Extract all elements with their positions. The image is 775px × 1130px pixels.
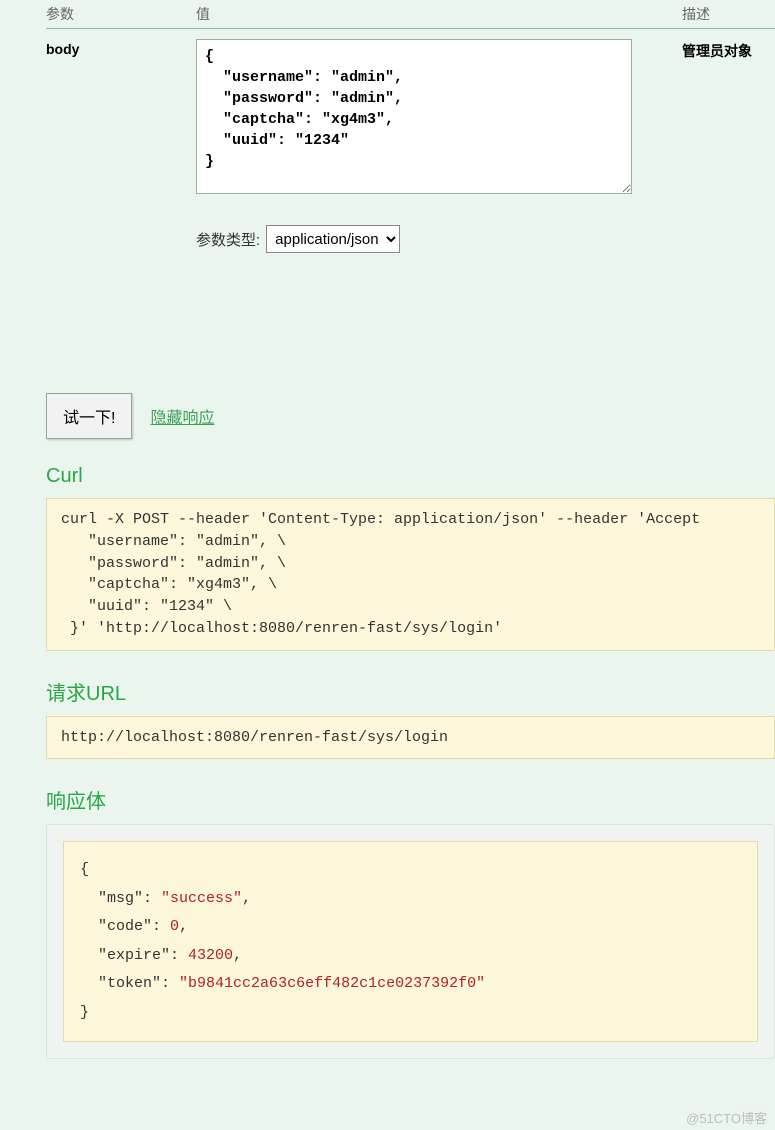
param-type-label: 参数类型:	[196, 229, 260, 250]
response-body-title: 响应体	[46, 785, 775, 814]
hide-response-link[interactable]: 隐藏响应	[150, 404, 214, 428]
request-url-block[interactable]: http://localhost:8080/renren-fast/sys/lo…	[46, 716, 775, 760]
param-row-body: body 参数类型: application/json 管理员对象	[46, 29, 775, 263]
watermark: @51CTO博客	[686, 1108, 767, 1127]
param-header-row: 参数 值 描述	[46, 0, 775, 29]
header-desc: 描述	[682, 4, 775, 24]
response-body-wrap: { "msg": "success", "code": 0, "expire":…	[46, 824, 775, 1059]
try-button[interactable]: 试一下!	[46, 393, 132, 439]
header-value: 值	[196, 4, 682, 24]
parameters-table: 参数 值 描述 body 参数类型: application/json 管理员对…	[46, 0, 775, 263]
param-name: body	[46, 39, 196, 57]
curl-block[interactable]: curl -X POST --header 'Content-Type: app…	[46, 498, 775, 651]
header-param: 参数	[46, 4, 196, 24]
body-input[interactable]	[196, 39, 632, 194]
request-url-title: 请求URL	[46, 677, 775, 706]
param-type-select[interactable]: application/json	[266, 225, 400, 253]
curl-title: Curl	[46, 465, 775, 488]
response-body-block[interactable]: { "msg": "success", "code": 0, "expire":…	[63, 841, 758, 1042]
param-desc: 管理员对象	[682, 39, 775, 61]
